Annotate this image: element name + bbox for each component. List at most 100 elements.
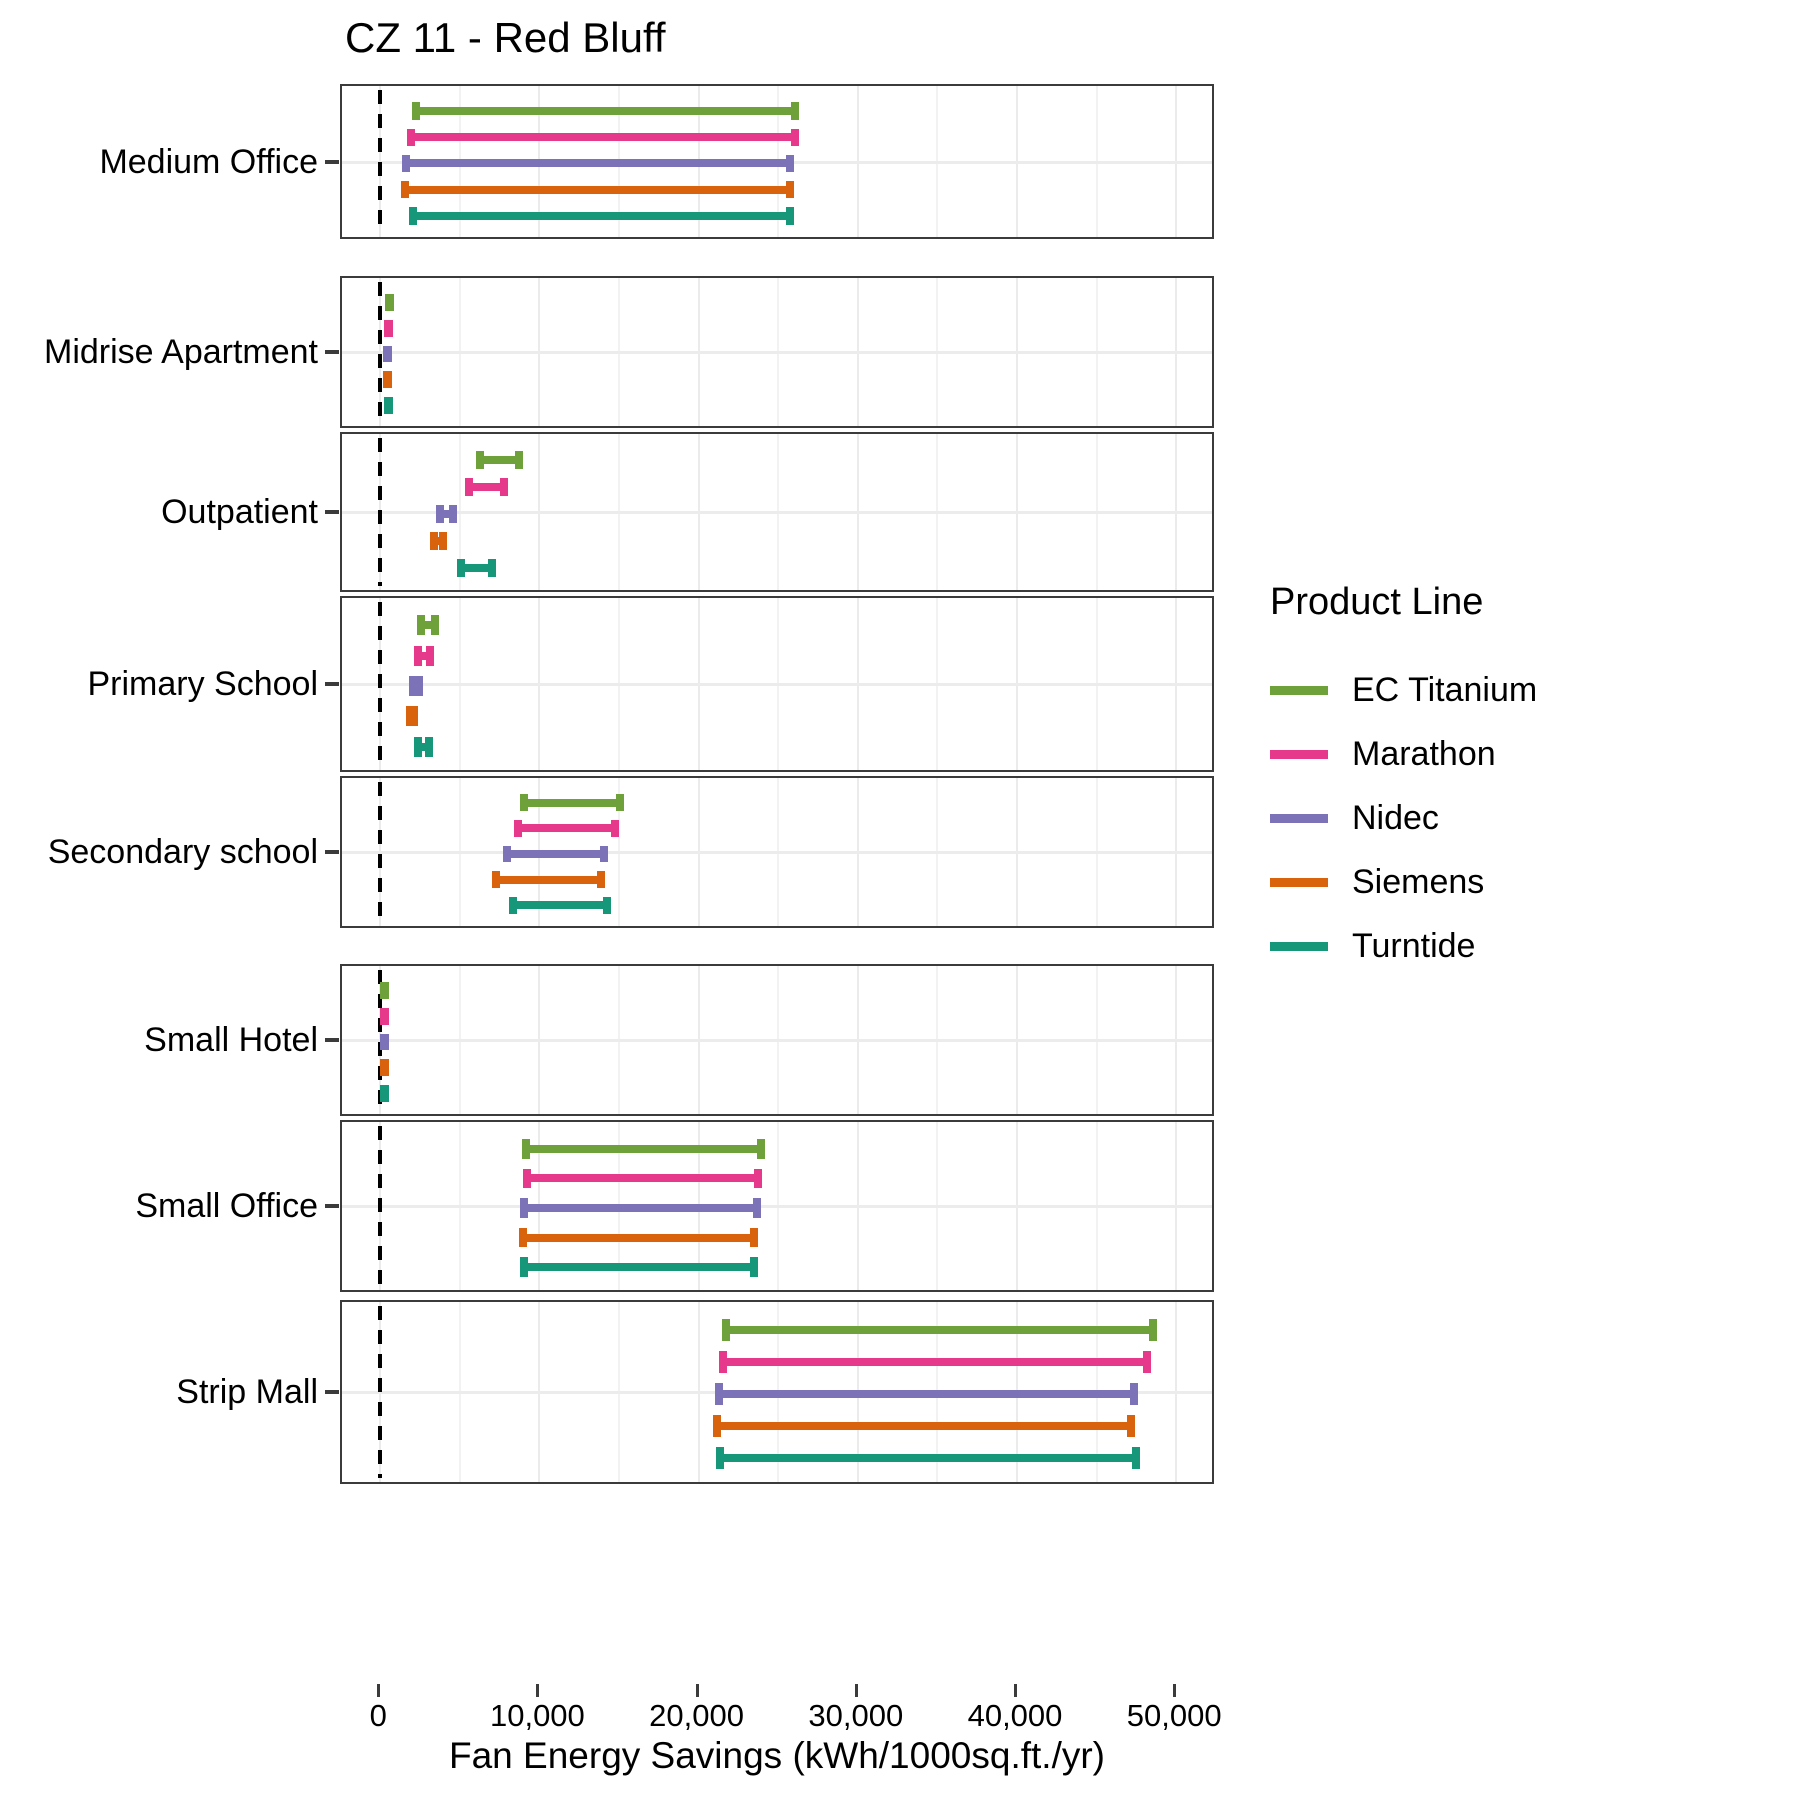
- legend-key-swatch: [1270, 685, 1328, 695]
- interval-mark[interactable]: [407, 128, 799, 146]
- interval-mark[interactable]: [384, 294, 394, 312]
- zero-reference-line: [378, 282, 383, 422]
- interval-cap-right: [410, 706, 419, 727]
- interval-mark[interactable]: [380, 1059, 390, 1077]
- interval-cap-left: [475, 450, 484, 469]
- interval-mark[interactable]: [380, 1007, 390, 1025]
- interval-cap-left: [464, 477, 473, 496]
- y-axis-label-secondary-school: Secondary school: [47, 833, 318, 871]
- interval-mark[interactable]: [491, 871, 605, 889]
- legend-item[interactable]: Marathon: [1270, 722, 1670, 786]
- panel-inner: [342, 598, 1212, 770]
- interval-mark[interactable]: [521, 1139, 766, 1159]
- interval-mark[interactable]: [456, 559, 497, 578]
- interval-mark[interactable]: [412, 102, 799, 120]
- zero-reference-line: [378, 438, 383, 586]
- interval-mark[interactable]: [513, 819, 619, 837]
- legend-item-label: Nidec: [1352, 799, 1439, 837]
- legend-item[interactable]: Turntide: [1270, 914, 1670, 978]
- interval-mark[interactable]: [413, 736, 433, 757]
- interval-mark[interactable]: [502, 845, 608, 863]
- interval-mark[interactable]: [429, 532, 448, 551]
- interval-cap-left: [523, 1168, 532, 1189]
- legend-key-swatch: [1270, 941, 1328, 951]
- interval-cap-right: [431, 615, 440, 636]
- y-axis-tick: [325, 850, 339, 854]
- y-axis-tick: [325, 682, 339, 686]
- interval-cap-right: [1129, 1383, 1138, 1405]
- interval-mark[interactable]: [408, 207, 795, 225]
- interval-mark[interactable]: [714, 1383, 1138, 1405]
- panel-inner: [342, 966, 1212, 1114]
- facet-panel: [340, 1120, 1214, 1292]
- legend-items: EC Titanium Marathon Nidec Siemens Turntide: [1270, 658, 1670, 978]
- interval-mark[interactable]: [383, 345, 393, 363]
- interval-mark[interactable]: [435, 505, 457, 523]
- interval-cap-left: [429, 532, 438, 551]
- interval-mark[interactable]: [719, 1351, 1151, 1373]
- legend: Product Line EC Titanium Marathon Nidec Sie…: [1270, 580, 1670, 978]
- interval-cap-right: [790, 102, 799, 120]
- interval-mark[interactable]: [523, 1168, 763, 1189]
- interval-span: [408, 211, 795, 220]
- interval-mark[interactable]: [382, 371, 392, 389]
- interval-mark[interactable]: [413, 645, 435, 666]
- interval-cap-right: [499, 477, 508, 496]
- interval-mark[interactable]: [384, 319, 394, 337]
- interval-cap-right: [749, 1257, 758, 1277]
- interval-cap-left: [408, 207, 417, 225]
- x-axis-tick: [377, 1684, 381, 1697]
- interval-mark[interactable]: [380, 1033, 390, 1051]
- interval-mark[interactable]: [509, 896, 612, 914]
- interval-mark[interactable]: [380, 982, 390, 1000]
- facet-panel: [340, 776, 1214, 928]
- x-axis-tick: [1014, 1684, 1017, 1697]
- interval-mark[interactable]: [408, 675, 424, 697]
- interval-mark[interactable]: [722, 1319, 1158, 1341]
- interval-mark[interactable]: [520, 1198, 761, 1218]
- panel-inner: [342, 278, 1212, 426]
- interval-mark[interactable]: [475, 450, 524, 469]
- interval-mark[interactable]: [405, 706, 419, 727]
- interval-mark[interactable]: [464, 477, 508, 496]
- interval-span: [509, 901, 612, 910]
- interval-mark[interactable]: [520, 794, 624, 812]
- interval-cap-left: [520, 1198, 529, 1218]
- legend-item[interactable]: Nidec: [1270, 786, 1670, 850]
- interval-cap-right: [754, 1168, 763, 1189]
- interval-mark[interactable]: [518, 1227, 758, 1248]
- interval-cap-right: [1149, 1319, 1158, 1341]
- interval-mark[interactable]: [400, 181, 795, 199]
- facet-panel: [340, 1300, 1214, 1484]
- interval-mark[interactable]: [402, 154, 795, 173]
- interval-cap-left: [509, 896, 518, 914]
- interval-mark[interactable]: [384, 396, 394, 414]
- interval-cap-right: [1131, 1447, 1140, 1469]
- gridline-horizontal: [342, 1039, 1212, 1042]
- interval-span: [491, 875, 605, 884]
- facet-panel: [340, 964, 1214, 1116]
- gridline-horizontal: [342, 683, 1212, 686]
- interval-mark[interactable]: [520, 1257, 758, 1277]
- facet-panel: [340, 432, 1214, 592]
- interval-mark[interactable]: [712, 1415, 1135, 1437]
- legend-item[interactable]: EC Titanium: [1270, 658, 1670, 722]
- panel-inner: [342, 1302, 1212, 1482]
- interval-span: [513, 824, 619, 833]
- y-axis-tick: [325, 1390, 339, 1394]
- interval-cap-left: [716, 1447, 725, 1469]
- interval-mark[interactable]: [380, 1084, 390, 1102]
- interval-cap-right: [384, 345, 393, 363]
- x-axis-tick: [695, 1684, 699, 1697]
- legend-key-swatch: [1270, 813, 1328, 823]
- interval-cap-left: [521, 1139, 530, 1159]
- interval-cap-left: [413, 736, 422, 757]
- interval-cap-right: [448, 505, 457, 523]
- interval-cap-right: [1142, 1351, 1151, 1373]
- interval-cap-right: [381, 1084, 390, 1102]
- interval-cap-left: [520, 1257, 529, 1277]
- interval-mark[interactable]: [416, 615, 440, 636]
- interval-mark[interactable]: [716, 1447, 1140, 1469]
- legend-item[interactable]: Siemens: [1270, 850, 1670, 914]
- x-axis: 0 10,000 20,000 30,000 40,000 50,000: [340, 1684, 1222, 1733]
